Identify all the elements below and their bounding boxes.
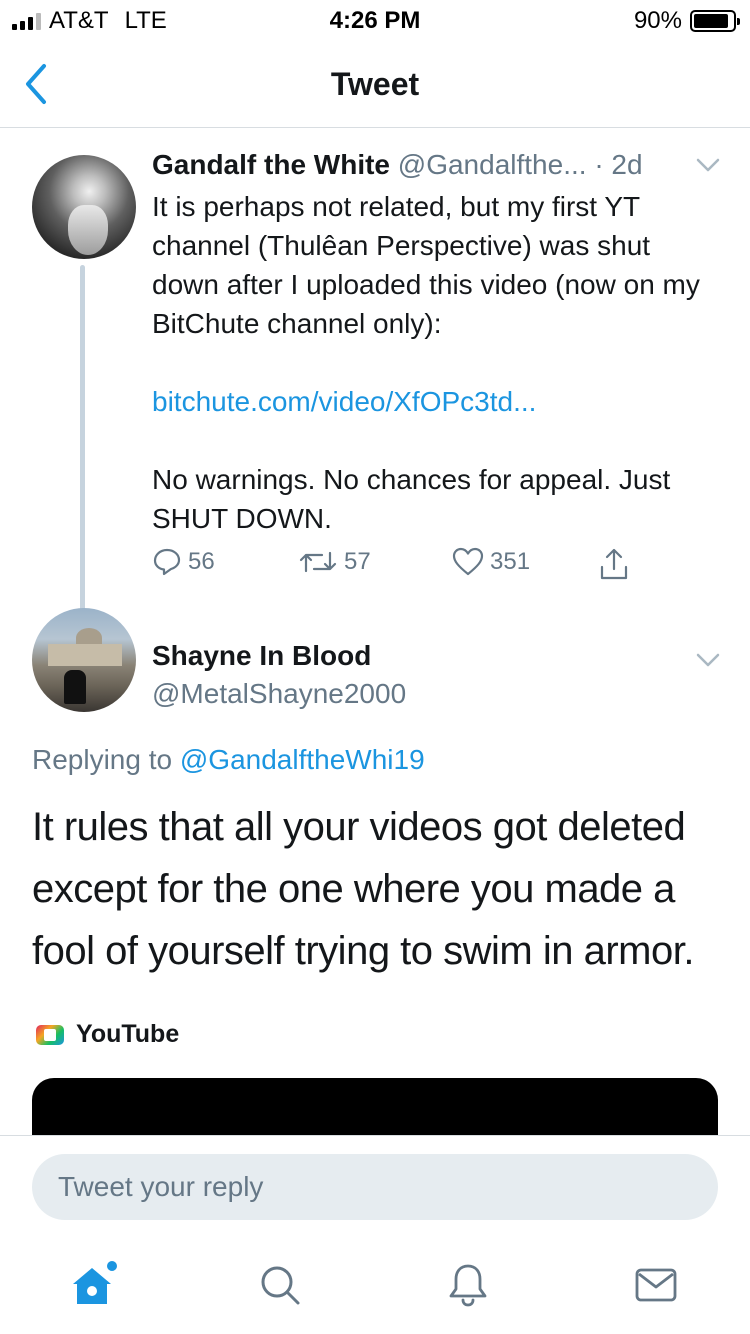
author-name[interactable]: Gandalf the White: [152, 149, 390, 180]
reply-bar: [0, 1135, 750, 1235]
heart-icon: [452, 547, 484, 576]
author-handle[interactable]: @MetalShayne2000: [152, 678, 406, 710]
battery-icon: [690, 10, 740, 32]
tab-search[interactable]: [250, 1255, 310, 1315]
reply-input[interactable]: [32, 1154, 718, 1220]
like-button[interactable]: 351: [452, 547, 530, 577]
avatar[interactable]: [32, 608, 136, 712]
tweet-menu-button[interactable]: [696, 157, 720, 178]
tab-bar: [0, 1235, 750, 1334]
tab-notifications[interactable]: [438, 1255, 498, 1315]
replying-prefix: Replying to: [32, 744, 173, 775]
reply-icon: [153, 548, 181, 576]
reply-button[interactable]: 56: [152, 547, 215, 577]
nav-bar: Tweet: [0, 40, 750, 128]
chevron-down-icon: [696, 653, 720, 667]
messages-icon: [635, 1268, 677, 1302]
author-handle[interactable]: @Gandalfthe...: [398, 149, 587, 180]
thread-line: [80, 265, 85, 625]
tweet-text-part: It is perhaps not related, but my first …: [152, 191, 700, 339]
retweet-icon: [299, 551, 337, 573]
like-count: 351: [490, 548, 531, 575]
avatar[interactable]: [32, 155, 136, 259]
tab-home[interactable]: [62, 1255, 122, 1315]
share-button[interactable]: [598, 547, 636, 581]
tweet-header: Gandalf the White @Gandalfthe... · 2d: [152, 149, 643, 181]
tweet-menu-button[interactable]: [696, 652, 720, 673]
replying-mention[interactable]: @GandalftheWhi19: [180, 744, 425, 775]
tweet-age: · 2d: [594, 149, 643, 180]
tweet-text: It rules that all your videos got delete…: [32, 805, 694, 973]
embed-source-label: YouTube: [76, 1020, 180, 1048]
embed-source[interactable]: YouTube: [36, 1020, 179, 1049]
tab-messages[interactable]: [626, 1255, 686, 1315]
notifications-icon: [449, 1264, 487, 1307]
share-icon: [600, 548, 628, 580]
reply-count: 56: [188, 548, 215, 575]
tweet-actions: 56 57 351: [152, 547, 712, 587]
status-right: 90%: [633, 7, 740, 35]
home-icon: [73, 1261, 117, 1304]
retweet-button[interactable]: 57: [298, 547, 371, 577]
author-name[interactable]: Shayne In Blood: [152, 640, 371, 672]
search-icon: [261, 1266, 300, 1305]
tweet-text-part: No warnings. No chances for appeal. Just…: [152, 464, 671, 534]
replying-to: Replying to @GandalftheWhi19: [32, 744, 425, 776]
page-title: Tweet: [330, 66, 420, 102]
tweet-link[interactable]: bitchute.com/video/XfOPc3td...: [152, 382, 722, 421]
status-bar: AT&T LTE 4:26 PM 90%: [0, 0, 750, 40]
retweet-count: 57: [344, 548, 371, 575]
video-embed[interactable]: [32, 1078, 718, 1138]
tweet-text: It is perhaps not related, but my first …: [152, 187, 722, 538]
battery-percent: 90%: [633, 7, 682, 34]
chevron-down-icon: [696, 158, 720, 172]
youtube-icon: [36, 1024, 64, 1045]
